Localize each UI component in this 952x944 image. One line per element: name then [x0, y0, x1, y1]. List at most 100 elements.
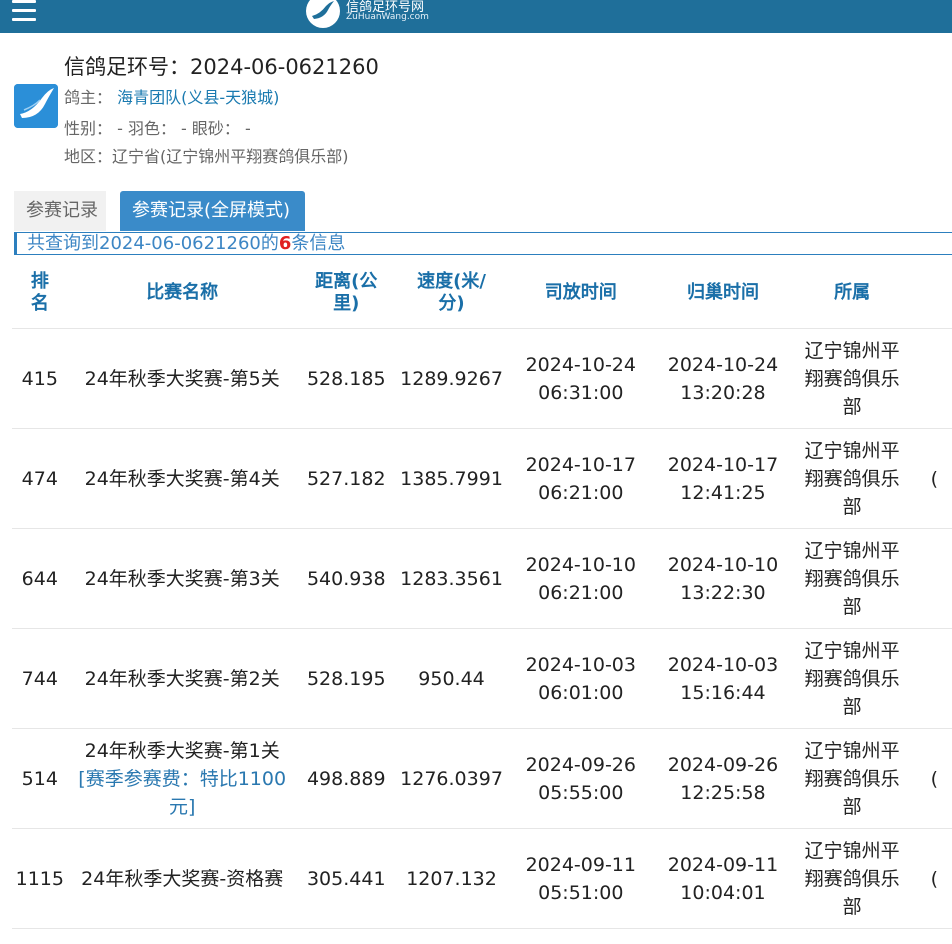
race-name: 24年秋季大奖赛-第5关: [84, 367, 280, 390]
club-cell: 辽宁锦州平翔赛鸽俱乐部: [791, 629, 913, 729]
header-release-time: 司放时间: [507, 257, 655, 329]
tab-race-records-fullscreen[interactable]: 参赛记录(全屏模式): [120, 191, 305, 231]
arrival-clock: 13:20:28: [680, 381, 766, 404]
release-date: 2024-10-17: [525, 453, 636, 476]
race-name-cell: 24年秋季大奖赛-第1关 [赛季参赛费：特比1100元]: [67, 729, 297, 829]
rank-cell: 1115: [12, 829, 68, 929]
race-name: 24年秋季大奖赛-资格赛: [81, 867, 284, 890]
club-name: 辽宁锦州平翔赛鸽俱乐部: [804, 339, 900, 418]
pigeon-logo-icon: [306, 0, 340, 28]
release-date: 2024-10-03: [525, 653, 636, 676]
club-cell: 辽宁锦州平翔赛鸽俱乐部: [791, 829, 913, 929]
rank-cell: 514: [12, 729, 68, 829]
release-clock: 05:51:00: [538, 881, 624, 904]
table-row[interactable]: 1115 24年秋季大奖赛-资格赛 305.441 1207.132 2024-09-1…: [12, 829, 952, 929]
club-name: 辽宁锦州平翔赛鸽俱乐部: [804, 539, 900, 618]
release-clock: 06:21:00: [538, 481, 624, 504]
race-name: 24年秋季大奖赛-第2关: [84, 667, 280, 690]
race-name-cell: 24年秋季大奖赛-资格赛: [67, 829, 297, 929]
rank-cell: 415: [12, 329, 68, 429]
club-cell: 辽宁锦州平翔赛鸽俱乐部: [791, 429, 913, 529]
notice-prefix: 共查询到2024-06-0621260的: [27, 233, 279, 254]
owner-link[interactable]: 海青团队(义县-天狼城): [117, 88, 279, 107]
club-name: 辽宁锦州平翔赛鸽俱乐部: [804, 639, 900, 718]
race-name-cell: 24年秋季大奖赛-第2关: [67, 629, 297, 729]
distance-cell: 528.185: [296, 329, 396, 429]
race-name: 24年秋季大奖赛-第1关: [84, 739, 280, 762]
overflow-cell: (: [912, 829, 952, 929]
club-cell: 辽宁锦州平翔赛鸽俱乐部: [791, 729, 913, 829]
table-row[interactable]: 744 24年秋季大奖赛-第2关 528.195 950.44 2024-10-03 06…: [12, 629, 952, 729]
release-date: 2024-10-24: [525, 353, 636, 376]
arrival-clock: 12:25:58: [680, 781, 766, 804]
overflow-cell: [912, 529, 952, 629]
race-records-table: 排名 比赛名称 距离(公里) 速度(米/分) 司放时间 归巢时间 所属 415 2…: [12, 257, 952, 929]
club-name: 辽宁锦州平翔赛鸽俱乐部: [804, 739, 900, 818]
arrival-date: 2024-09-26: [667, 753, 779, 776]
table-row[interactable]: 415 24年秋季大奖赛-第5关 528.185 1289.9267 2024-10-2…: [12, 329, 952, 429]
arrival-clock: 13:22:30: [680, 581, 766, 604]
speed-cell: 950.44: [395, 629, 508, 729]
header-speed: 速度(米/分): [395, 257, 508, 329]
distance-cell: 540.938: [296, 529, 396, 629]
arrival-time-cell: 2024-10-10 13:22:30: [654, 529, 792, 629]
entry-fee-note: [赛季参赛费：特比1100元]: [78, 767, 287, 818]
rank-cell: 644: [12, 529, 68, 629]
race-name-cell: 24年秋季大奖赛-第3关: [67, 529, 297, 629]
speed-cell: 1289.9267: [395, 329, 508, 429]
header-race-name: 比赛名称: [67, 257, 297, 329]
release-time-cell: 2024-10-17 06:21:00: [507, 429, 655, 529]
table-row[interactable]: 474 24年秋季大奖赛-第4关 527.182 1385.7991 2024-10-1…: [12, 429, 952, 529]
overflow-cell: (: [912, 429, 952, 529]
club-name: 辽宁锦州平翔赛鸽俱乐部: [804, 839, 900, 918]
arrival-date: 2024-10-10: [667, 553, 779, 576]
tab-race-records[interactable]: 参赛记录: [14, 191, 106, 231]
result-count-notice: 共查询到2024-06-0621260的6条信息: [14, 232, 952, 255]
header-distance: 距离(公里): [296, 257, 396, 329]
release-time-cell: 2024-09-11 05:51:00: [507, 829, 655, 929]
race-name: 24年秋季大奖赛-第3关: [84, 567, 280, 590]
speed-cell: 1385.7991: [395, 429, 508, 529]
release-clock: 05:55:00: [538, 781, 624, 804]
club-name: 辽宁锦州平翔赛鸽俱乐部: [804, 439, 900, 518]
release-time-cell: 2024-10-24 06:31:00: [507, 329, 655, 429]
overflow-cell: (: [912, 729, 952, 829]
distance-cell: 528.195: [296, 629, 396, 729]
table-row[interactable]: 514 24年秋季大奖赛-第1关 [赛季参赛费：特比1100元] 498.889 127…: [12, 729, 952, 829]
notice-suffix: 条信息: [291, 233, 346, 254]
owner-row: 鸽主： 海青团队(义县-天狼城): [64, 84, 279, 108]
header-club: 所属: [791, 257, 913, 329]
release-clock: 06:31:00: [538, 381, 624, 404]
rank-cell: 744: [12, 629, 68, 729]
header-rank: 排名: [12, 257, 68, 329]
arrival-time-cell: 2024-10-03 15:16:44: [654, 629, 792, 729]
ring-number-title: 信鸽足环号：2024-06-0621260: [64, 55, 379, 79]
table-row[interactable]: 644 24年秋季大奖赛-第3关 540.938 1283.3561 2024-10-1…: [12, 529, 952, 629]
ring-info-panel: 信鸽足环号：2024-06-0621260 鸽主： 海青团队(义县-天狼城) 性…: [0, 33, 952, 183]
release-time-cell: 2024-10-10 06:21:00: [507, 529, 655, 629]
release-date: 2024-10-10: [525, 553, 636, 576]
owner-label: 鸽主：: [64, 88, 113, 107]
table-header-row: 排名 比赛名称 距离(公里) 速度(米/分) 司放时间 归巢时间 所属: [12, 257, 952, 329]
speed-cell: 1207.132: [395, 829, 508, 929]
arrival-time-cell: 2024-10-17 12:41:25: [654, 429, 792, 529]
distance-cell: 498.889: [296, 729, 396, 829]
arrival-date: 2024-10-17: [667, 453, 779, 476]
release-time-cell: 2024-09-26 05:55:00: [507, 729, 655, 829]
distance-cell: 305.441: [296, 829, 396, 929]
menu-icon[interactable]: [12, 0, 36, 22]
release-date: 2024-09-11: [525, 853, 636, 876]
rank-cell: 474: [12, 429, 68, 529]
arrival-time-cell: 2024-09-11 10:04:01: [654, 829, 792, 929]
overflow-cell: [912, 329, 952, 429]
arrival-clock: 10:04:01: [680, 881, 766, 904]
speed-cell: 1283.3561: [395, 529, 508, 629]
logo-subtext: ZuHuanWang.com: [346, 12, 429, 22]
race-name: 24年秋季大奖赛-第4关: [84, 467, 280, 490]
distance-cell: 527.182: [296, 429, 396, 529]
arrival-clock: 15:16:44: [680, 681, 766, 704]
overflow-cell: [912, 629, 952, 729]
arrival-time-cell: 2024-10-24 13:20:28: [654, 329, 792, 429]
release-date: 2024-09-26: [525, 753, 636, 776]
speed-cell: 1276.0397: [395, 729, 508, 829]
